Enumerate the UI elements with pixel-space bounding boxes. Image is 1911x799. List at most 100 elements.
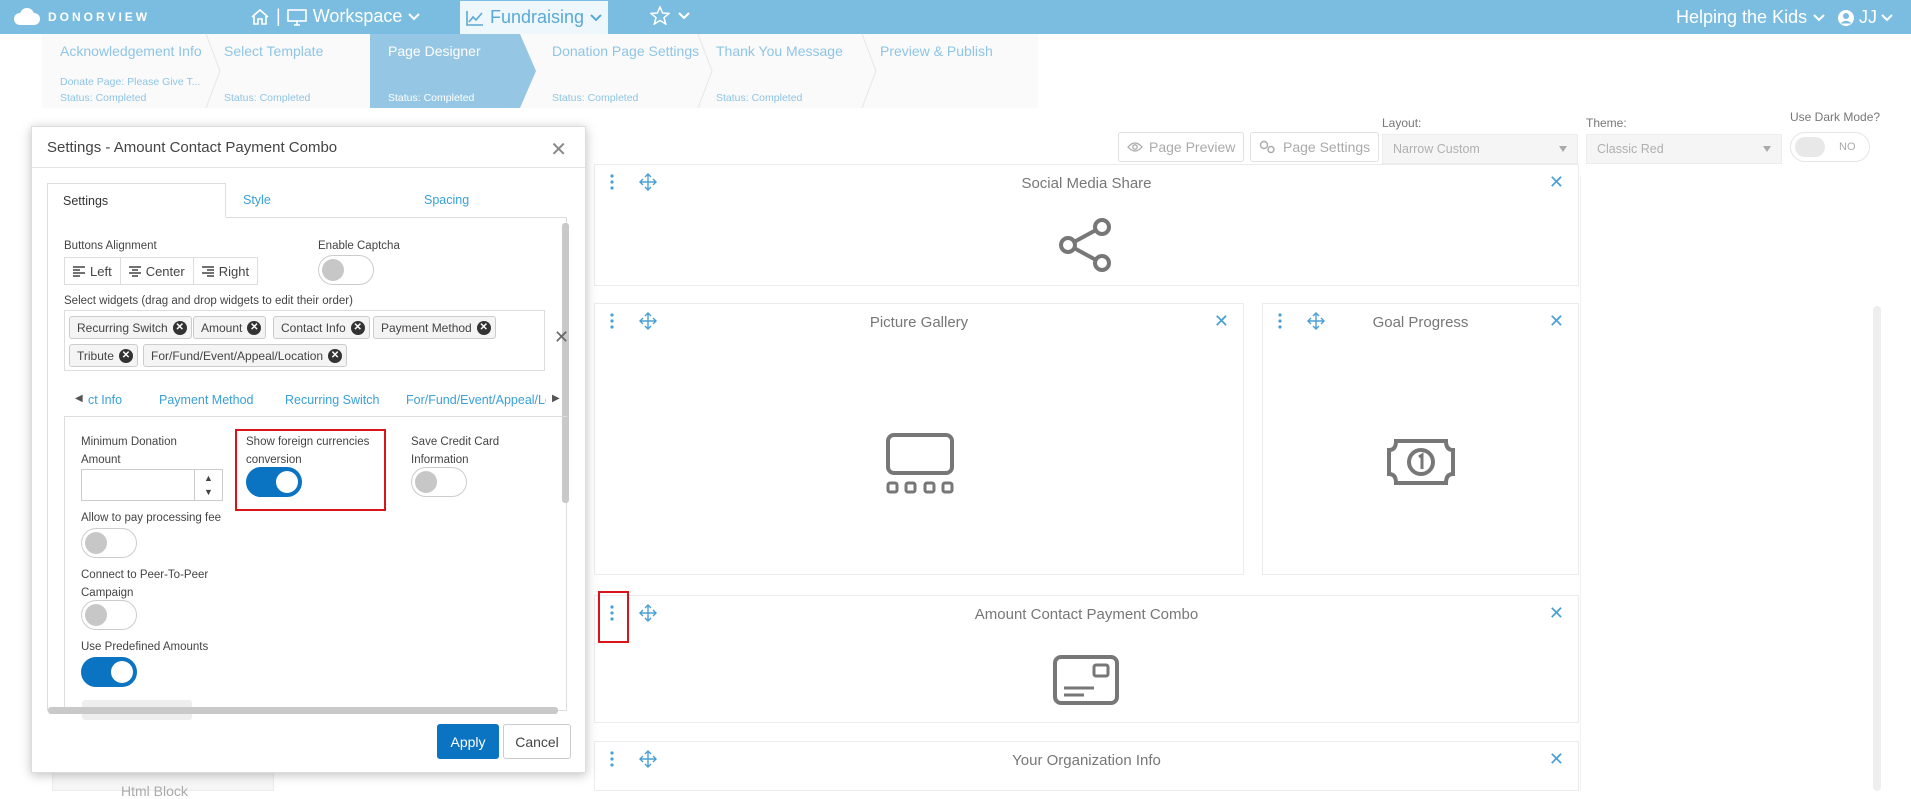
star-icon <box>650 6 670 25</box>
widget-title: Picture Gallery <box>869 314 969 331</box>
tag-recurring-switch[interactable]: Recurring Switch ✕ <box>69 316 192 339</box>
toggle-knob <box>85 532 107 554</box>
tab-style[interactable]: Style <box>228 183 378 217</box>
gear-icon <box>1259 140 1275 154</box>
gallery-icon <box>886 433 954 494</box>
scroll-left-icon[interactable]: ◀ <box>75 393 83 404</box>
align-center-button[interactable]: Center <box>121 258 194 284</box>
peer-to-peer-toggle[interactable] <box>81 600 137 630</box>
remove-icon[interactable]: ✕ <box>476 320 491 335</box>
step-donation-page-settings[interactable]: Donation Page Settings Status: Completed <box>534 34 699 108</box>
cancel-button[interactable]: Cancel <box>503 724 571 759</box>
subtab-recurring-switch[interactable]: Recurring Switch <box>285 393 379 407</box>
home-icon[interactable] <box>250 8 270 26</box>
widget-goal-progress[interactable]: Goal Progress ✕ <box>1262 303 1579 575</box>
user-icon <box>1838 9 1854 26</box>
align-left-button[interactable]: Left <box>65 258 121 284</box>
tag-for-fund-event-appeal-location[interactable]: For/Fund/Event/Appeal/Location ✕ <box>143 344 348 367</box>
step-acknowledgement-info[interactable]: Acknowledgement Info Donate Page: Please… <box>42 34 206 108</box>
settings-dialog: Settings - Amount Contact Payment Combo … <box>31 126 586 773</box>
buttons-alignment-label: Buttons Alignment <box>64 240 157 252</box>
stepper-arrows[interactable]: ▲ ▼ <box>194 470 222 500</box>
canvas-divider <box>1580 176 1581 791</box>
close-icon[interactable]: ✕ <box>550 137 567 162</box>
subtab-for-fund-event-appeal-location[interactable]: For/Fund/Event/Appeal/Lo <box>406 393 546 407</box>
logo[interactable]: DONORVIEW <box>12 8 150 26</box>
save-card-toggle[interactable] <box>411 467 467 497</box>
apply-button[interactable]: Apply <box>437 724 499 759</box>
widget-your-organization-info[interactable]: Your Organization Info ✕ <box>594 741 1579 791</box>
select-widgets-label: Select widgets (drag and drop widgets to… <box>64 295 353 307</box>
dark-mode-label: Use Dark Mode? <box>1790 110 1881 124</box>
subtab-payment-method[interactable]: Payment Method <box>159 393 254 407</box>
tab-spacing[interactable]: Spacing <box>392 183 542 217</box>
close-icon[interactable]: ✕ <box>1214 311 1229 332</box>
remove-icon[interactable]: ✕ <box>350 320 365 335</box>
step-preview-publish[interactable]: Preview & Publish <box>862 34 1038 108</box>
top-navbar: DONORVIEW | Workspace Fundraising Helpin… <box>0 0 1911 34</box>
caret-down-icon <box>1763 146 1771 152</box>
share-icon <box>1059 218 1111 272</box>
widget-amount-contact-payment-combo[interactable]: Amount Contact Payment Combo ✕ <box>594 595 1579 723</box>
widget-title: Goal Progress <box>1372 314 1469 331</box>
user-menu[interactable]: JJ <box>1837 7 1893 28</box>
processing-fee-toggle[interactable] <box>81 528 137 558</box>
min-donation-input[interactable]: ▲ ▼ <box>81 469 223 501</box>
align-center-icon <box>128 265 141 277</box>
clear-all-icon[interactable]: ✕ <box>554 327 569 348</box>
widget-social-media-share[interactable]: Social Media Share ✕ <box>594 164 1579 286</box>
predefined-amounts-toggle[interactable] <box>81 657 137 687</box>
widget-picture-gallery[interactable]: Picture Gallery ✕ <box>594 303 1244 575</box>
tag-payment-method[interactable]: Payment Method ✕ <box>373 316 496 339</box>
workspace-menu[interactable]: | Workspace <box>250 6 421 27</box>
remove-icon[interactable]: ✕ <box>118 348 133 363</box>
remove-icon[interactable]: ✕ <box>328 348 343 363</box>
dialog-title: Settings - Amount Contact Payment Combo <box>47 139 338 156</box>
tag-amount[interactable]: Amount ✕ <box>193 316 267 339</box>
page-settings-button[interactable]: Page Settings <box>1250 132 1380 162</box>
cloud-logo-icon <box>14 8 40 25</box>
enable-captcha-label: Enable Captcha <box>318 240 400 252</box>
chart-icon <box>466 10 483 26</box>
enable-captcha-toggle[interactable] <box>318 255 374 285</box>
step-thank-you-message[interactable]: Thank You Message Status: Completed <box>698 34 862 108</box>
canvas-scrollbar[interactable] <box>1873 306 1881 791</box>
align-right-button[interactable]: Right <box>194 258 257 284</box>
layout-select[interactable]: Narrow Custom <box>1382 134 1578 164</box>
page-preview-button[interactable]: Page Preview <box>1118 132 1245 162</box>
logo-text: DONORVIEW <box>48 10 151 24</box>
subtab-contact-info[interactable]: ct Info <box>88 393 122 407</box>
fundraising-menu[interactable]: Fundraising <box>460 1 608 34</box>
favorites-menu[interactable] <box>650 6 690 25</box>
align-right-icon <box>201 265 214 277</box>
organization-name: Helping the Kids <box>1676 7 1808 27</box>
scroll-right-icon[interactable]: ▶ <box>552 393 560 404</box>
step-select-template[interactable]: Select Template Status: Completed <box>206 34 370 108</box>
min-donation-label: Minimum Donation Amount <box>81 436 177 466</box>
remove-icon[interactable]: ✕ <box>247 320 262 335</box>
close-icon[interactable]: ✕ <box>1549 172 1564 193</box>
chevron-down-icon <box>1881 13 1893 21</box>
wizard-steps: Acknowledgement Info Donate Page: Please… <box>42 34 1038 108</box>
selected-widgets-box[interactable]: Recurring Switch ✕ Amount ✕ Contact Info ✕ … <box>64 310 545 371</box>
tag-tribute[interactable]: Tribute ✕ <box>69 344 138 367</box>
remove-icon[interactable]: ✕ <box>172 320 187 335</box>
toggle-knob <box>1795 137 1825 157</box>
horizontal-scrollbar[interactable] <box>48 707 558 714</box>
tab-settings[interactable]: Settings <box>47 183 226 217</box>
widget-menu-highlight <box>598 591 629 643</box>
layout-label: Layout: <box>1382 116 1422 130</box>
close-icon[interactable]: ✕ <box>1549 603 1564 624</box>
widget-title: Your Organization Info <box>1012 752 1161 769</box>
foreign-currency-highlight <box>235 429 386 511</box>
nav-separator: | <box>276 6 281 26</box>
step-page-designer[interactable]: Page Designer Status: Completed <box>370 34 520 108</box>
dark-mode-toggle[interactable]: NO <box>1790 132 1870 162</box>
chevron-down-icon <box>1813 13 1825 21</box>
close-icon[interactable]: ✕ <box>1549 749 1564 770</box>
close-icon[interactable]: ✕ <box>1549 311 1564 332</box>
theme-select[interactable]: Classic Red <box>1586 134 1782 164</box>
caret-down-icon <box>1559 146 1567 152</box>
tag-contact-info[interactable]: Contact Info ✕ <box>273 316 370 339</box>
organization-menu[interactable]: Helping the Kids <box>1676 7 1825 28</box>
